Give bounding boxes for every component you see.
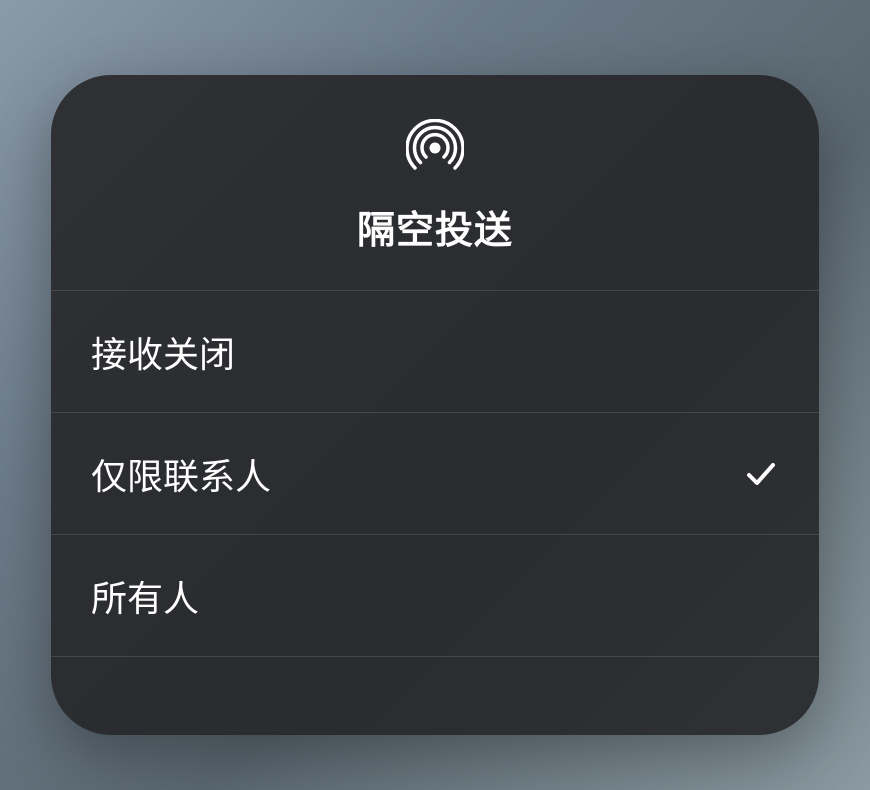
checkmark-icon (743, 456, 779, 492)
airdrop-icon (406, 119, 464, 177)
option-label: 仅限联系人 (91, 448, 271, 500)
option-everyone[interactable]: 所有人 (51, 535, 819, 657)
panel-title: 隔空投送 (357, 199, 513, 254)
option-label: 所有人 (91, 570, 199, 622)
option-contacts-only[interactable]: 仅限联系人 (51, 413, 819, 535)
option-label: 接收关闭 (91, 326, 235, 378)
panel-header: 隔空投送 (51, 75, 819, 291)
airdrop-settings-panel: 隔空投送 接收关闭 仅限联系人 所有人 (51, 75, 819, 735)
option-list: 接收关闭 仅限联系人 所有人 (51, 291, 819, 735)
option-receiving-off[interactable]: 接收关闭 (51, 291, 819, 413)
